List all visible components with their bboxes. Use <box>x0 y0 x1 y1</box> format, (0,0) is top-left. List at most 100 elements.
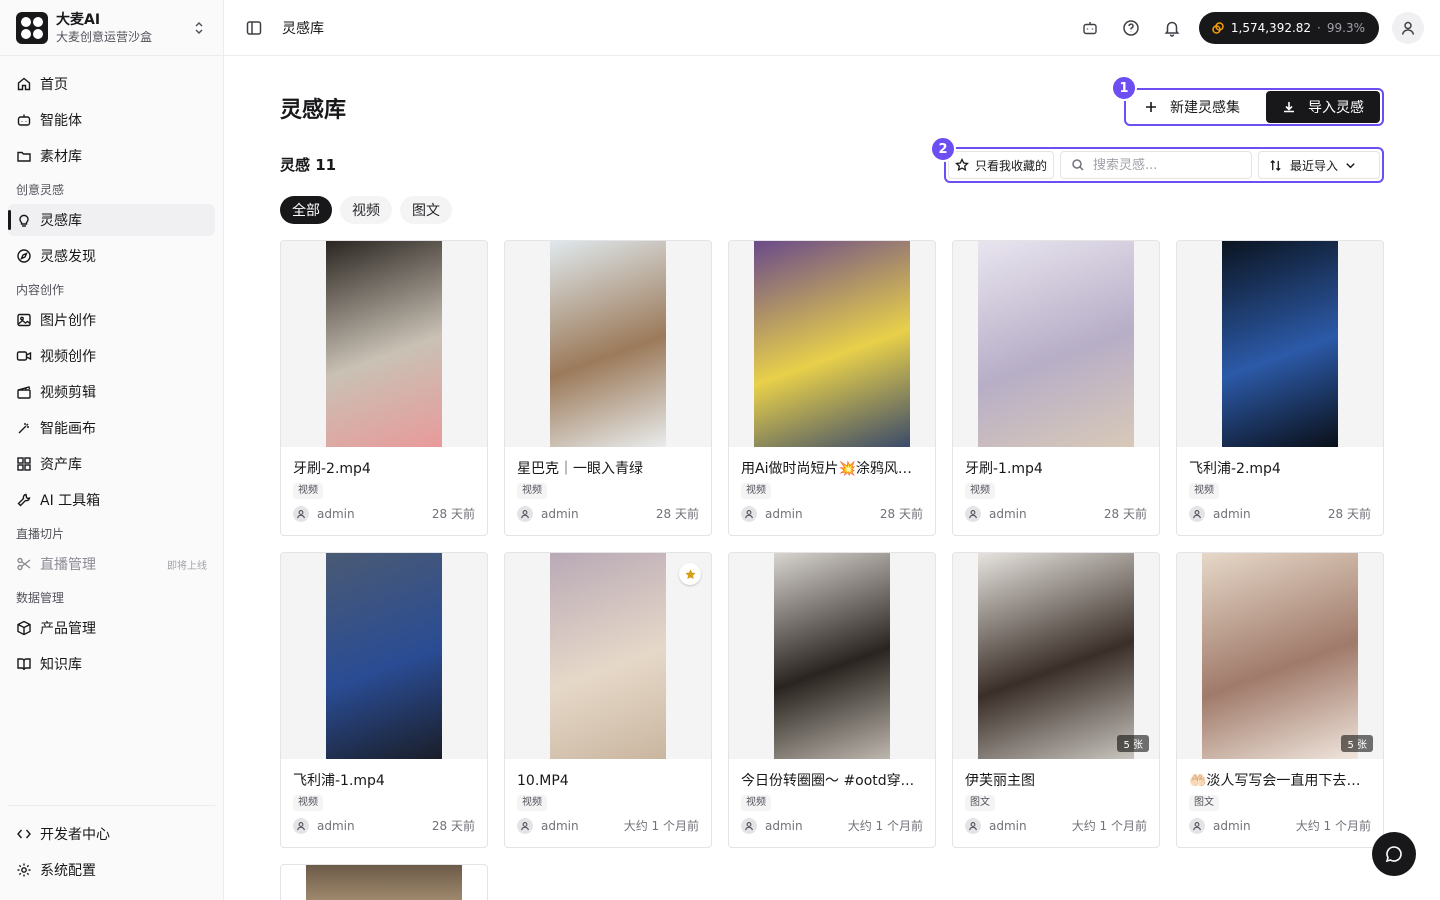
card-title: 伊芙丽主图 <box>965 773 1035 789</box>
sidebar-item-wrench[interactable]: AI 工具箱 <box>8 484 215 516</box>
user-icon <box>1193 821 1201 830</box>
card-title: 飞利浦-2.mp4 <box>1189 461 1281 477</box>
sidebar-nav: 首页智能体素材库创意灵感灵感库灵感发现内容创作图片创作视频创作视频剪辑智能画布资… <box>0 56 223 680</box>
bot-icon[interactable] <box>1076 14 1104 42</box>
favorite-star-icon[interactable] <box>679 563 701 585</box>
thumbnail-image <box>774 553 890 759</box>
sidebar-toggle-icon[interactable] <box>240 14 268 42</box>
sidebar-item-magic-wand[interactable]: 智能画布 <box>8 412 215 444</box>
search-input[interactable] <box>1093 157 1234 173</box>
card-type-tag: 视频 <box>1189 483 1219 499</box>
sidebar-item-label: 资产库 <box>40 457 82 473</box>
import-label: 导入灵感 <box>1308 100 1364 116</box>
sidebar-item-label: 开发者中心 <box>40 827 110 843</box>
thumbnail-image <box>550 553 666 759</box>
tab-all[interactable]: 全部 <box>280 196 332 224</box>
chat-bubble-icon <box>1385 846 1402 863</box>
inspiration-card[interactable]: 今日份转圈圈～ #ootd穿... 视频 admin 大约 1 个月前 <box>728 552 936 848</box>
card-time: 大约 1 个月前 <box>1295 819 1371 833</box>
workspace-switcher[interactable]: 大麦AI 大麦创意运营沙盒 <box>0 0 223 56</box>
topbar: 灵感库 1,574,392.82 · 99.3% <box>224 0 1440 56</box>
card-meta: admin 28 天前 <box>965 505 1147 522</box>
credits-badge[interactable]: 1,574,392.82 · 99.3% <box>1198 11 1379 44</box>
inspiration-card[interactable]: 牙刷-1.mp4 视频 admin 28 天前 <box>952 240 1160 536</box>
inspiration-card[interactable]: 星巴克｜一眼入青绿 视频 admin 28 天前 <box>504 240 712 536</box>
clapper-icon <box>17 386 31 399</box>
favorites-filter-label: 只看我收藏的 <box>975 158 1048 173</box>
thumbnail-image <box>754 241 910 447</box>
sort-icon <box>1270 159 1281 171</box>
search-box[interactable] <box>1060 151 1253 179</box>
sidebar-item-scissors[interactable]: 直播管理 即将上线 <box>8 548 215 580</box>
sidebar-item-lightbulb[interactable]: 灵感库 <box>8 204 215 236</box>
tab-image-text[interactable]: 图文 <box>400 196 452 224</box>
sort-dropdown[interactable]: 最近导入 <box>1258 151 1380 179</box>
sidebar-item-compass[interactable]: 灵感发现 <box>8 240 215 272</box>
coming-soon-badge: 即将上线 <box>167 560 207 572</box>
sidebar-item-box[interactable]: 产品管理 <box>8 612 215 644</box>
chat-button[interactable] <box>1372 832 1416 876</box>
sidebar-item-grid[interactable]: 资产库 <box>8 448 215 480</box>
sidebar-item-robot[interactable]: 智能体 <box>8 104 215 136</box>
sidebar-group-label: 内容创作 <box>16 283 65 297</box>
image-icon <box>17 313 31 327</box>
sidebar-item-image[interactable]: 图片创作 <box>8 304 215 336</box>
new-collection-button[interactable]: 新建灵感集 <box>1128 91 1256 123</box>
card-thumbnail <box>281 241 487 447</box>
inspiration-count: 灵感 11 <box>280 156 337 174</box>
user-avatar <box>293 505 309 522</box>
card-meta: admin 28 天前 <box>1189 505 1371 522</box>
page-title: 灵感库 <box>280 98 347 123</box>
sidebar-item-label: 视频创作 <box>40 349 96 365</box>
sidebar-item-folder[interactable]: 素材库 <box>8 140 215 172</box>
user-icon <box>521 821 529 830</box>
inspiration-card[interactable]: 用Ai做时尚短片💥涂鸦风✍️... 视频 admin 28 天前 <box>728 240 936 536</box>
sidebar-item-label: 素材库 <box>40 149 82 165</box>
inspiration-card[interactable]: 飞利浦-1.mp4 视频 admin 28 天前 <box>280 552 488 848</box>
inspiration-card[interactable]: 5 张 伊芙丽主图 图文 admin 大约 1 个月前 <box>952 552 1160 848</box>
card-user: admin <box>317 506 355 521</box>
user-avatar <box>1189 505 1205 522</box>
user-icon <box>745 509 753 518</box>
user-avatar[interactable] <box>1392 11 1424 44</box>
user-avatar <box>293 817 309 834</box>
card-type-tag: 图文 <box>1189 795 1219 811</box>
credits-percent: 99.3% <box>1326 20 1365 35</box>
sidebar-item-label: 灵感发现 <box>40 249 96 265</box>
sidebar-group-label: 直播切片 <box>16 527 65 541</box>
sidebar-item-home[interactable]: 首页 <box>8 68 215 100</box>
type-tabs: 全部 视频 图文 <box>280 196 452 224</box>
sidebar-item-book[interactable]: 知识库 <box>8 648 215 680</box>
video-icon <box>16 351 32 361</box>
card-type-tag: 视频 <box>741 483 771 499</box>
thumbnail-image <box>978 553 1134 759</box>
card-type-tag: 图文 <box>965 795 995 811</box>
thumbnail-image <box>326 553 442 759</box>
favorites-filter-button[interactable]: 只看我收藏的 <box>948 151 1055 179</box>
card-title: 牙刷-1.mp4 <box>965 461 1043 477</box>
user-icon <box>969 821 977 830</box>
sidebar-item-label: 智能画布 <box>40 421 96 437</box>
inspiration-card-partial[interactable] <box>280 864 488 900</box>
inspiration-card[interactable]: 飞利浦-2.mp4 视频 admin 28 天前 <box>1176 240 1384 536</box>
sidebar-item-code[interactable]: 开发者中心 <box>8 818 215 850</box>
inspiration-card[interactable]: 牙刷-2.mp4 视频 admin 28 天前 <box>280 240 488 536</box>
card-type-tag: 视频 <box>965 483 995 499</box>
header-actions: 新建灵感集 导入灵感 <box>1124 88 1384 126</box>
inspiration-card[interactable]: 10.MP4 视频 admin 大约 1 个月前 <box>504 552 712 848</box>
sidebar-item-clapper[interactable]: 视频剪辑 <box>8 376 215 408</box>
sidebar-group-label: 创意灵感 <box>16 183 65 197</box>
help-icon[interactable] <box>1117 14 1145 42</box>
tab-video[interactable]: 视频 <box>340 196 392 224</box>
user-avatar <box>517 505 533 522</box>
card-meta: admin 大约 1 个月前 <box>741 817 923 834</box>
sidebar-item-video[interactable]: 视频创作 <box>8 340 215 372</box>
import-button[interactable]: 导入灵感 <box>1266 91 1380 123</box>
sidebar-item-settings[interactable]: 系统配置 <box>8 854 215 886</box>
bell-icon[interactable] <box>1158 14 1186 42</box>
compass-icon <box>17 249 31 263</box>
card-time: 28 天前 <box>1327 507 1371 521</box>
card-user: admin <box>765 818 803 833</box>
card-title: 牙刷-2.mp4 <box>293 461 371 477</box>
inspiration-card[interactable]: 5 张 🤲🏻淡人写写会一直用下去的... 图文 admin 大约 1 个月前 <box>1176 552 1384 848</box>
